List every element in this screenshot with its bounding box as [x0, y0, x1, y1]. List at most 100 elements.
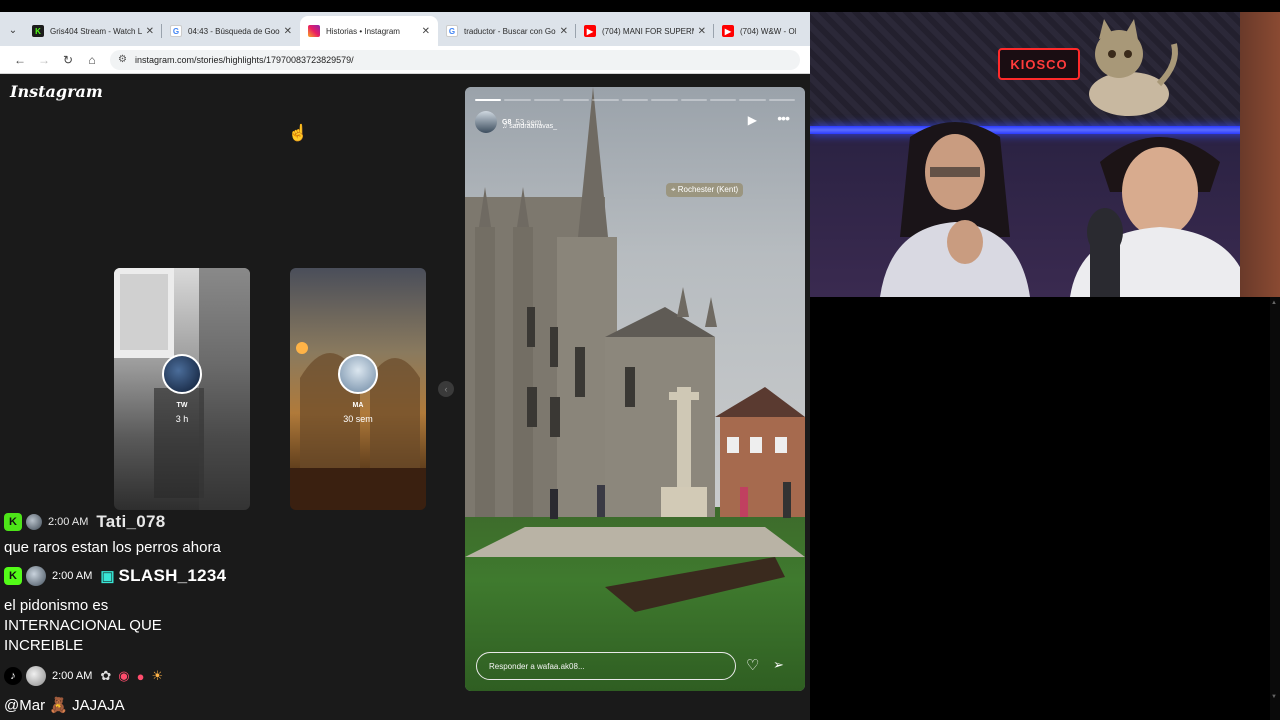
close-icon[interactable]: ✕ [422, 26, 430, 37]
progress-segment [680, 99, 707, 101]
preview-username: TW [176, 402, 188, 409]
chat-username: SLASH_1234 [118, 566, 227, 585]
progress-segment [709, 99, 737, 101]
avatar [26, 566, 46, 586]
progress-segment [533, 99, 561, 101]
tab-google-translate[interactable]: G traductor - Buscar con Google ✕ [438, 16, 576, 46]
browser-tab-bar: ⌄ K Gris404 Stream - Watch Live ✕ G 04:4… [0, 12, 810, 46]
story-avatar[interactable] [475, 111, 497, 133]
site-info-icon[interactable]: ⚙ [118, 54, 127, 65]
story-progress [475, 99, 795, 101]
close-icon[interactable]: ✕ [698, 26, 706, 37]
kick-badge-icon: K [4, 567, 22, 585]
progress-segment [563, 99, 590, 101]
screen: ⌄ K Gris404 Stream - Watch Live ✕ G 04:4… [0, 0, 1280, 720]
gift-badge-icon: ✿ [100, 668, 112, 683]
tab-kick-stream[interactable]: K Gris404 Stream - Watch Live ✕ [24, 16, 162, 46]
preview-avatar [338, 354, 378, 394]
home-icon[interactable]: ⌂ [80, 49, 104, 71]
more-options-icon[interactable]: ••• [777, 110, 790, 126]
location-text: Rochester (Kent) [677, 185, 739, 194]
progress-segment [768, 99, 795, 101]
chat-message: el pidonismo es INTERNACIONAL QUE INCREI… [4, 597, 162, 654]
kick-icon: K [32, 25, 44, 37]
google-icon: G [446, 25, 458, 37]
chat-header-2: K 2:00 AM ▣ SLASH_1234 [4, 566, 226, 586]
story-preview-2[interactable]: MA 30 sem [290, 268, 426, 510]
custom-badge-icon: ▣ [100, 568, 115, 585]
right-empty-area [810, 297, 1280, 720]
forward-arrow-icon[interactable]: → [32, 49, 56, 71]
youtube-icon: ▶ [584, 25, 596, 37]
tab-youtube-2[interactable]: ▶ (704) W&W - OIIA OIIA [714, 16, 804, 46]
tab-title: traductor - Buscar con Google [464, 26, 556, 36]
hand-cursor-icon: ☝ [288, 125, 308, 142]
close-icon[interactable]: ✕ [284, 26, 292, 37]
tab-title: (704) MANI FOR SUPERMAN [602, 26, 694, 36]
close-icon[interactable]: ✕ [560, 26, 568, 37]
heart-icon[interactable]: ♡ [746, 656, 759, 674]
tab-search-chevron-icon[interactable]: ⌄ [2, 17, 24, 43]
chat-header-3: ♪ 2:00 AM ✿ ◉ ● ☀ [4, 666, 170, 686]
donut-badge-icon: ◉ [118, 668, 130, 683]
neon-sign: KIOSCO [998, 48, 1080, 80]
webcam-overlay: KIOSCO [810, 12, 1280, 297]
send-icon[interactable]: ➢ [773, 657, 784, 673]
close-icon[interactable]: ✕ [146, 26, 154, 37]
location-sticker[interactable]: ⌖ Rochester (Kent) [666, 183, 744, 197]
preview-username: MA [352, 402, 364, 409]
scrollbar[interactable] [1270, 297, 1280, 720]
youtube-icon: ▶ [722, 25, 734, 37]
reload-icon[interactable]: ↻ [56, 49, 80, 71]
back-arrow-icon[interactable]: ← [8, 49, 32, 71]
story-header: G8 53 sem ♫ sandraanavas_ ▶ ••• [475, 110, 795, 134]
reply-input[interactable]: Responder a wafaa.ak08... [476, 652, 736, 680]
preview-avatar [162, 354, 202, 394]
avatar [26, 514, 42, 530]
chat-header-1: K 2:00 AM Tati_078 [4, 512, 166, 532]
tab-google-search[interactable]: G 04:43 - Búsqueda de Google ✕ [162, 16, 300, 46]
active-story[interactable]: G8 53 sem ♫ sandraanavas_ ▶ ••• ⌖ Roches… [465, 87, 805, 691]
tab-title: 04:43 - Búsqueda de Google [188, 26, 280, 36]
progress-segment [621, 99, 649, 101]
story-subuser-text: sandraanavas_ [509, 123, 558, 130]
progress-segment [739, 99, 766, 101]
progress-segment [592, 99, 619, 101]
tab-youtube-1[interactable]: ▶ (704) MANI FOR SUPERMAN ✕ [576, 16, 714, 46]
chat-username: Tati_078 [96, 512, 166, 531]
chat-time: 2:00 AM [52, 570, 93, 582]
story-subuser[interactable]: ♫ sandraanavas_ [502, 123, 557, 130]
tiktok-badge-icon: ♪ [4, 667, 22, 685]
address-bar: ← → ↻ ⌂ ⚙ instagram.com/stories/highligh… [0, 46, 810, 74]
instagram-logo[interactable]: Instagram [10, 82, 103, 101]
kick-badge-icon: K [4, 513, 22, 531]
lightbulb-badge-icon: ☀ [151, 668, 164, 683]
preview-time: 30 sem [343, 414, 373, 424]
url-field[interactable]: ⚙ instagram.com/stories/highlights/17970… [110, 49, 800, 70]
tab-title: (704) W&W - OIIA OIIA [740, 26, 796, 36]
preview-time: 3 h [175, 414, 189, 424]
google-icon: G [170, 25, 182, 37]
chat-time: 2:00 AM [48, 516, 89, 528]
progress-segment [475, 99, 502, 101]
tab-title: Gris404 Stream - Watch Live [50, 26, 142, 36]
cathedral-illustration [465, 87, 805, 612]
progress-segment [504, 99, 531, 101]
story-preview-1[interactable]: TW 3 h [114, 268, 250, 510]
stream-chat: K 2:00 AM Tati_078 que raros estan los p… [0, 508, 270, 720]
scroll-down-icon[interactable]: ▼ [1271, 694, 1277, 700]
background-door [1240, 12, 1280, 297]
streamer-right [1070, 137, 1250, 297]
url-text: instagram.com/stories/highlights/1797008… [134, 54, 354, 65]
previous-story-button[interactable]: ‹ [438, 381, 454, 397]
instagram-icon [308, 25, 320, 37]
tab-instagram-stories[interactable]: Historias • Instagram ✕ [300, 16, 438, 46]
avatar [26, 666, 46, 686]
streamer-left [880, 122, 1030, 297]
chat-time: 2:00 AM [52, 670, 93, 682]
tab-title: Historias • Instagram [326, 26, 400, 36]
chat-message: que raros estan los perros ahora [4, 539, 221, 556]
progress-segment [651, 99, 678, 101]
scroll-up-icon[interactable]: ▲ [1271, 300, 1277, 306]
play-icon[interactable]: ▶ [748, 113, 757, 127]
